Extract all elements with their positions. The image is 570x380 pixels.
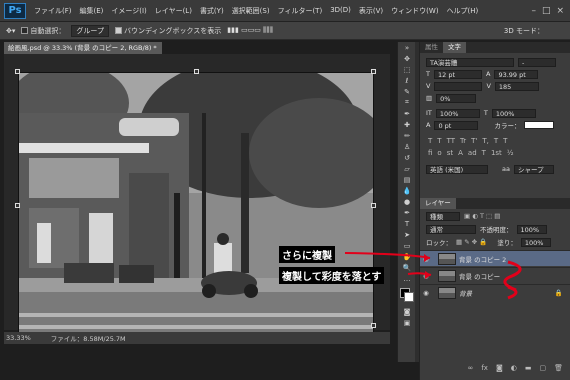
annotation-label: 複製して彩度を落とす (279, 267, 385, 284)
annotation-arrows (344, 252, 522, 300)
annotation-label: さらに複製 (279, 246, 335, 263)
